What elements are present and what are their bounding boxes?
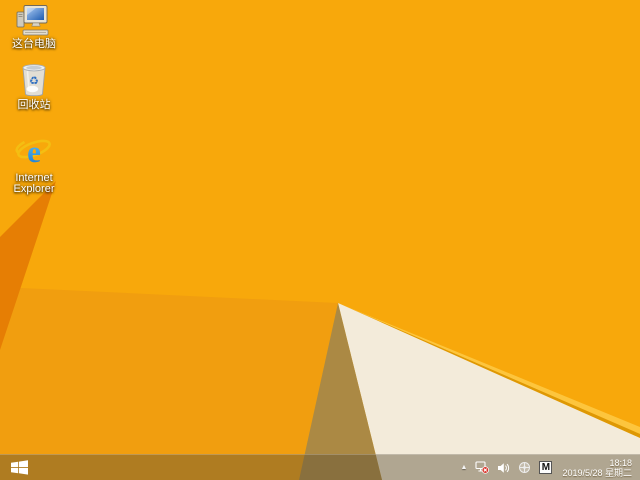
this-pc-icon [16,5,49,36]
network-disconnected-icon[interactable] [475,461,490,474]
clock-date: 2019/5/28 星期二 [562,467,632,478]
start-button[interactable] [0,455,38,480]
desktop-icon-label: Internet Explorer [13,172,55,195]
svg-text:e: e [27,134,41,169]
show-hidden-icons-button[interactable]: ▲ [461,464,468,471]
wallpaper-lower-facet [0,287,338,480]
desktop-wallpaper[interactable] [0,0,640,480]
recycle-bin-icon: ♻ [22,64,46,97]
system-tray: ▲ M 18:18 2019/5/28 星期二 [461,455,640,480]
tray-utility-icon[interactable] [518,461,531,474]
windows-logo-icon [10,460,28,475]
internet-explorer-icon: e [15,134,51,169]
desktop-icon-this-pc[interactable]: 这台电脑 [2,3,66,50]
desktop-icon-recycle-bin[interactable]: ♻ 回收站 [2,61,66,111]
clock-time: 18:18 [609,457,632,468]
desktop-icon-label: 回收站 [17,99,51,111]
taskbar-clock[interactable]: 18:18 2019/5/28 星期二 [560,458,636,478]
desktop-icon-label: 这台电脑 [12,38,56,50]
desktop-icon-internet-explorer[interactable]: e Internet Explorer [2,133,66,195]
input-method-indicator[interactable]: M [539,461,553,474]
taskbar[interactable]: ▲ M 18:18 2019/5/28 星期二 [0,454,640,480]
volume-icon[interactable] [497,462,510,474]
svg-text:♻: ♻ [29,75,39,88]
windows-desktop: 这台电脑 ♻ 回收站 e Internet Explorer ▲ M 18:18… [0,0,640,480]
